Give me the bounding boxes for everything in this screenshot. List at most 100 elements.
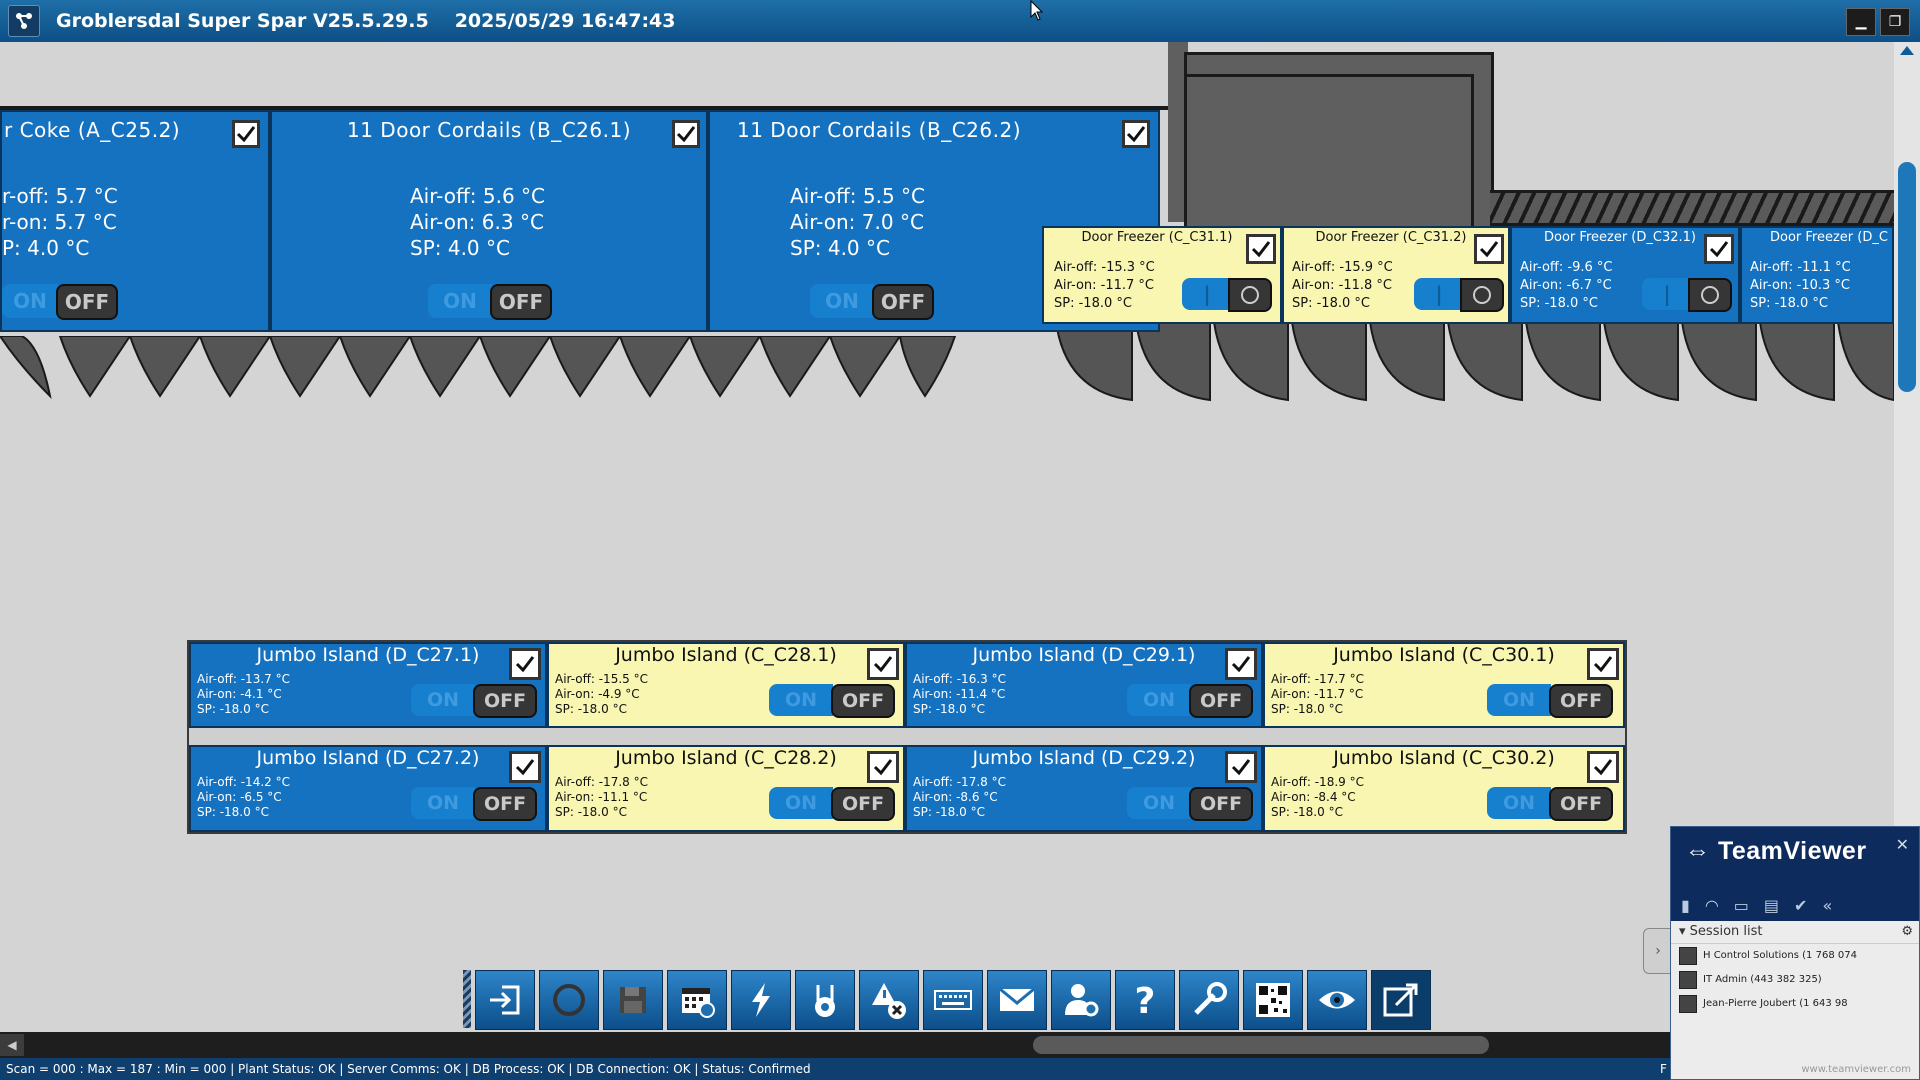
off-button[interactable]: OFF <box>473 684 537 718</box>
off-button[interactable]: OFF <box>490 284 552 320</box>
app-logo-icon[interactable] <box>8 5 40 37</box>
qr-code-button[interactable] <box>1243 970 1303 1030</box>
freezer-checkbox[interactable] <box>1474 234 1504 264</box>
on-button[interactable]: ON <box>769 684 833 716</box>
video-icon[interactable]: ▮ <box>1681 896 1690 915</box>
power-off-icon[interactable] <box>1228 278 1272 312</box>
island-checkbox[interactable] <box>867 648 899 680</box>
alarm-clear-button[interactable] <box>859 970 919 1030</box>
power-toggle[interactable]: | <box>1642 278 1732 312</box>
freezer-checkbox[interactable] <box>1246 234 1276 264</box>
power-on-icon[interactable]: | <box>1414 278 1464 310</box>
freezer-panel-d-partial[interactable]: Door Freezer (D_C Air-off: -11.1 °C Air-… <box>1740 226 1894 324</box>
island-panel-c-c30-1[interactable]: Jumbo Island (C_C30.1) Air-off: -17.7 °C… <box>1263 642 1625 728</box>
on-button[interactable]: ON <box>1487 684 1551 716</box>
island-panel-c-c28-1[interactable]: Jumbo Island (C_C28.1) Air-off: -15.5 °C… <box>547 642 905 728</box>
on-off-toggle[interactable]: ON OFF <box>1127 684 1253 718</box>
island-panel-c-c28-2[interactable]: Jumbo Island (C_C28.2) Air-off: -17.8 °C… <box>547 745 905 832</box>
power-toggle[interactable]: | <box>1182 278 1272 312</box>
keyboard-button[interactable] <box>923 970 983 1030</box>
on-button[interactable]: ON <box>1127 684 1191 716</box>
view-button[interactable] <box>1307 970 1367 1030</box>
on-off-toggle[interactable]: ON OFF <box>411 787 537 821</box>
teamviewer-expand-tab[interactable]: › <box>1643 928 1672 974</box>
restore-button[interactable]: ❐ <box>1880 8 1910 36</box>
on-off-toggle[interactable]: ON OFF <box>411 684 537 718</box>
power-toggle[interactable]: | <box>1414 278 1504 312</box>
files-icon[interactable]: ▤ <box>1764 896 1779 915</box>
island-checkbox[interactable] <box>1225 648 1257 680</box>
pin-icon[interactable]: ✔ <box>1794 896 1807 915</box>
island-checkbox[interactable] <box>1225 751 1257 783</box>
off-button[interactable]: OFF <box>56 284 118 320</box>
help-button[interactable]: ? <box>1115 970 1175 1030</box>
session-item[interactable]: Jean-Pierre Joubert (1 643 98 <box>1671 992 1919 1016</box>
off-button[interactable]: OFF <box>831 684 895 718</box>
minimize-button[interactable]: ▁ <box>1846 8 1876 36</box>
tools-button[interactable] <box>1179 970 1239 1030</box>
freezer-panel-c-c31-1[interactable]: Door Freezer (C_C31.1) Air-off: -15.3 °C… <box>1042 226 1282 324</box>
user-settings-button[interactable] <box>1051 970 1111 1030</box>
island-checkbox[interactable] <box>509 751 541 783</box>
case-panel-b-c26-1[interactable]: 11 Door Cordails (B_C26.1) Air-off: 5.6 … <box>270 110 708 332</box>
island-checkbox[interactable] <box>1587 751 1619 783</box>
off-button[interactable]: OFF <box>1189 684 1253 718</box>
toolbar-grip[interactable] <box>463 970 471 1028</box>
on-button[interactable]: ON <box>411 787 475 819</box>
island-panel-d-c29-2[interactable]: Jumbo Island (D_C29.2) Air-off: -17.8 °C… <box>905 745 1263 832</box>
on-button[interactable]: ON <box>769 787 833 819</box>
freezer-panel-d-c32-1[interactable]: Door Freezer (D_C32.1) Air-off: -9.6 °C … <box>1510 226 1740 324</box>
freezer-checkbox[interactable] <box>1704 234 1734 264</box>
case-checkbox[interactable] <box>232 120 260 148</box>
horizontal-scrollbar[interactable]: ◀ <box>0 1032 1894 1058</box>
off-button[interactable]: OFF <box>1189 787 1253 821</box>
off-button[interactable]: OFF <box>1549 787 1613 821</box>
vertical-scroll-thumb[interactable] <box>1898 162 1916 392</box>
power-off-icon[interactable] <box>1688 278 1732 312</box>
on-button[interactable]: ON <box>810 284 874 318</box>
on-off-toggle[interactable]: ON OFF <box>769 684 895 718</box>
island-panel-c-c30-2[interactable]: Jumbo Island (C_C30.2) Air-off: -18.9 °C… <box>1263 745 1625 832</box>
on-off-toggle[interactable]: ON OFF <box>769 787 895 821</box>
session-item[interactable]: H Control Solutions (1 768 074 <box>1671 944 1919 968</box>
scroll-left-icon[interactable]: ◀ <box>0 1034 24 1056</box>
island-checkbox[interactable] <box>1587 648 1619 680</box>
case-panel-a-c25-2[interactable]: r Coke (A_C25.2) r-off: 5.7 °C r-on: 5.7… <box>0 110 270 332</box>
on-off-toggle[interactable]: ON OFF <box>1127 787 1253 821</box>
on-button[interactable]: ON <box>2 284 58 318</box>
island-panel-d-c29-1[interactable]: Jumbo Island (D_C29.1) Air-off: -16.3 °C… <box>905 642 1263 728</box>
on-off-toggle[interactable]: ON OFF <box>1487 787 1613 821</box>
teamviewer-close-button[interactable]: ✕ <box>1896 835 1909 854</box>
save-button[interactable] <box>603 970 663 1030</box>
island-checkbox[interactable] <box>509 648 541 680</box>
power-button[interactable] <box>731 970 791 1030</box>
off-button[interactable]: OFF <box>831 787 895 821</box>
session-item[interactable]: IT Admin (443 382 325) <box>1671 968 1919 992</box>
on-off-toggle[interactable]: ON OFF <box>428 284 552 320</box>
on-off-toggle[interactable]: ON OFF <box>2 284 118 320</box>
off-button[interactable]: OFF <box>1549 684 1613 718</box>
island-panel-d-c27-1[interactable]: Jumbo Island (D_C27.1) Air-off: -13.7 °C… <box>189 642 547 728</box>
case-checkbox[interactable] <box>1122 120 1150 148</box>
gear-icon[interactable]: ⚙ <box>1901 921 1913 943</box>
on-button[interactable]: ON <box>1127 787 1191 819</box>
case-checkbox[interactable] <box>672 120 700 148</box>
refresh-button[interactable] <box>539 970 599 1030</box>
collapse-icon[interactable]: « <box>1822 896 1832 915</box>
island-checkbox[interactable] <box>867 751 899 783</box>
horizontal-scroll-thumb[interactable] <box>1033 1036 1489 1054</box>
power-on-icon[interactable]: | <box>1182 278 1232 310</box>
login-button[interactable] <box>475 970 535 1030</box>
calendar-button[interactable] <box>667 970 727 1030</box>
power-on-icon[interactable]: | <box>1642 278 1692 310</box>
on-button[interactable]: ON <box>428 284 492 318</box>
on-button[interactable]: ON <box>411 684 475 716</box>
on-off-toggle[interactable]: ON OFF <box>1487 684 1613 718</box>
power-off-icon[interactable] <box>1460 278 1504 312</box>
off-button[interactable]: OFF <box>473 787 537 821</box>
mail-button[interactable] <box>987 970 1047 1030</box>
export-button[interactable] <box>1371 970 1431 1030</box>
island-panel-d-c27-2[interactable]: Jumbo Island (D_C27.2) Air-off: -14.2 °C… <box>189 745 547 832</box>
headset-icon[interactable]: ◠ <box>1705 896 1719 915</box>
freezer-panel-c-c31-2[interactable]: Door Freezer (C_C31.2) Air-off: -15.9 °C… <box>1282 226 1510 324</box>
